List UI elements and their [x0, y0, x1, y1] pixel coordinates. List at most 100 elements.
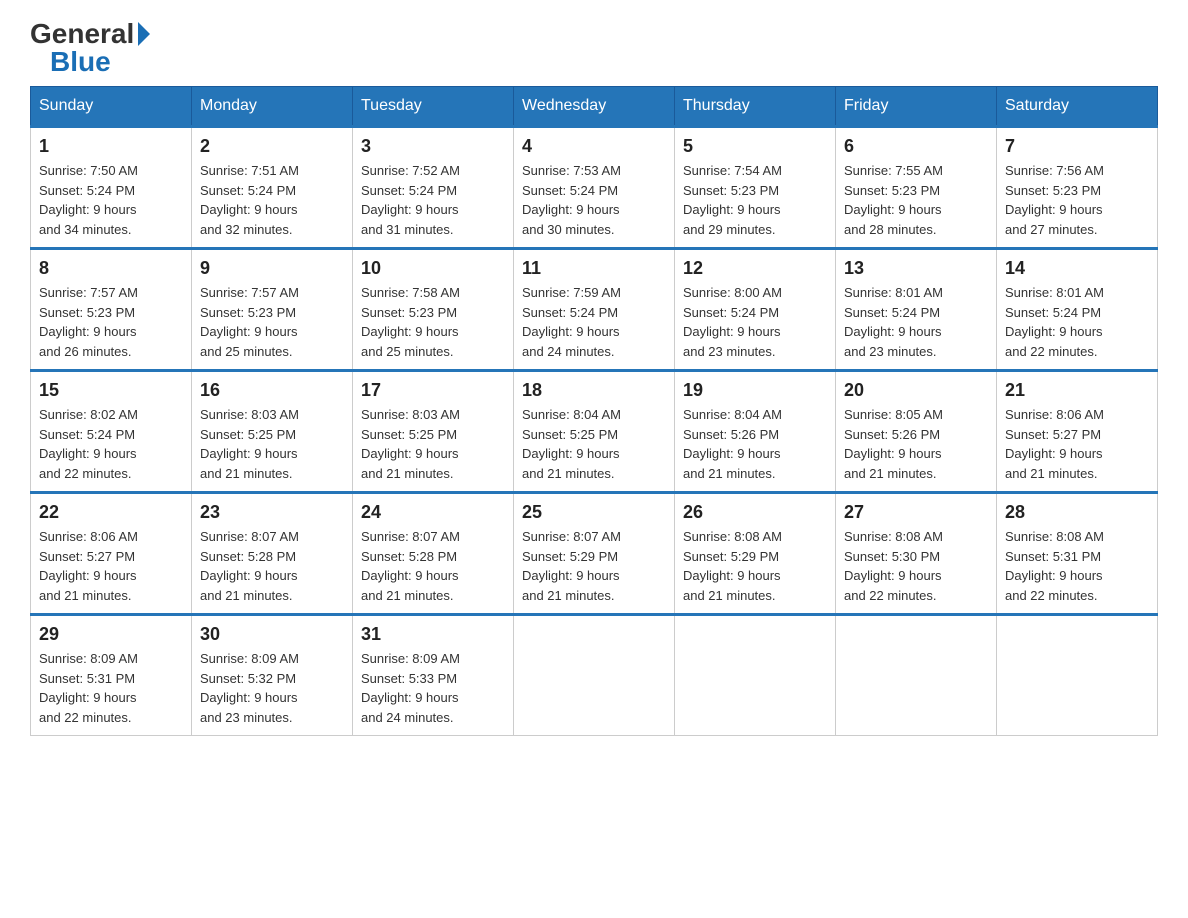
day-info: Sunrise: 7:52 AMSunset: 5:24 PMDaylight:…: [361, 161, 505, 239]
day-number: 14: [1005, 258, 1149, 279]
day-number: 9: [200, 258, 344, 279]
day-info: Sunrise: 8:06 AMSunset: 5:27 PMDaylight:…: [39, 527, 183, 605]
calendar-header-tuesday: Tuesday: [353, 87, 514, 127]
day-number: 2: [200, 136, 344, 157]
day-number: 5: [683, 136, 827, 157]
calendar-cell: 24Sunrise: 8:07 AMSunset: 5:28 PMDayligh…: [353, 493, 514, 615]
day-info: Sunrise: 8:03 AMSunset: 5:25 PMDaylight:…: [200, 405, 344, 483]
day-info: Sunrise: 8:04 AMSunset: 5:25 PMDaylight:…: [522, 405, 666, 483]
day-number: 22: [39, 502, 183, 523]
calendar-cell: 13 Sunrise: 8:01 AMSunset: 5:24 PMDayligh…: [836, 249, 997, 371]
calendar-cell: [997, 615, 1158, 736]
calendar-cell: 5 Sunrise: 7:54 AMSunset: 5:23 PMDaylight…: [675, 127, 836, 249]
day-number: 12: [683, 258, 827, 279]
calendar-table: SundayMondayTuesdayWednesdayThursdayFrid…: [30, 86, 1158, 736]
day-number: 28: [1005, 502, 1149, 523]
calendar-cell: 16Sunrise: 8:03 AMSunset: 5:25 PMDayligh…: [192, 371, 353, 493]
calendar-cell: 2Sunrise: 7:51 AMSunset: 5:24 PMDaylight…: [192, 127, 353, 249]
day-number: 3: [361, 136, 505, 157]
calendar-cell: 28 Sunrise: 8:08 AMSunset: 5:31 PMDayligh…: [997, 493, 1158, 615]
day-info: Sunrise: 7:57 AMSunset: 5:23 PMDaylight:…: [200, 283, 344, 361]
logo-blue-text: Blue: [50, 48, 111, 76]
calendar-cell: 29Sunrise: 8:09 AMSunset: 5:31 PMDayligh…: [31, 615, 192, 736]
day-info: Sunrise: 8:06 AMSunset: 5:27 PMDaylight:…: [1005, 405, 1149, 483]
day-info: Sunrise: 7:53 AMSunset: 5:24 PMDaylight:…: [522, 161, 666, 239]
day-number: 27: [844, 502, 988, 523]
calendar-cell: 7 Sunrise: 7:56 AMSunset: 5:23 PMDaylight…: [997, 127, 1158, 249]
calendar-cell: 30Sunrise: 8:09 AMSunset: 5:32 PMDayligh…: [192, 615, 353, 736]
day-number: 20: [844, 380, 988, 401]
day-info: Sunrise: 8:08 AMSunset: 5:31 PMDaylight:…: [1005, 527, 1149, 605]
calendar-cell: 9 Sunrise: 7:57 AMSunset: 5:23 PMDaylight…: [192, 249, 353, 371]
day-info: Sunrise: 7:56 AMSunset: 5:23 PMDaylight:…: [1005, 161, 1149, 239]
day-number: 8: [39, 258, 183, 279]
day-info: Sunrise: 8:08 AMSunset: 5:29 PMDaylight:…: [683, 527, 827, 605]
calendar-cell: 20 Sunrise: 8:05 AMSunset: 5:26 PMDayligh…: [836, 371, 997, 493]
day-info: Sunrise: 7:54 AMSunset: 5:23 PMDaylight:…: [683, 161, 827, 239]
day-number: 24: [361, 502, 505, 523]
day-info: Sunrise: 8:04 AMSunset: 5:26 PMDaylight:…: [683, 405, 827, 483]
logo: General Blue: [30, 20, 150, 76]
day-info: Sunrise: 7:50 AMSunset: 5:24 PMDaylight:…: [39, 161, 183, 239]
logo-triangle-icon: [138, 22, 150, 46]
day-number: 18: [522, 380, 666, 401]
day-info: Sunrise: 8:05 AMSunset: 5:26 PMDaylight:…: [844, 405, 988, 483]
calendar-cell: 10 Sunrise: 7:58 AMSunset: 5:23 PMDayligh…: [353, 249, 514, 371]
day-number: 10: [361, 258, 505, 279]
calendar-header-saturday: Saturday: [997, 87, 1158, 127]
day-info: Sunrise: 7:55 AMSunset: 5:23 PMDaylight:…: [844, 161, 988, 239]
calendar-cell: 6Sunrise: 7:55 AMSunset: 5:23 PMDaylight…: [836, 127, 997, 249]
day-number: 21: [1005, 380, 1149, 401]
day-info: Sunrise: 8:07 AMSunset: 5:29 PMDaylight:…: [522, 527, 666, 605]
day-number: 7: [1005, 136, 1149, 157]
day-info: Sunrise: 8:01 AMSunset: 5:24 PMDaylight:…: [844, 283, 988, 361]
day-number: 1: [39, 136, 183, 157]
day-number: 11: [522, 258, 666, 279]
day-number: 30: [200, 624, 344, 645]
calendar-cell: 21 Sunrise: 8:06 AMSunset: 5:27 PMDayligh…: [997, 371, 1158, 493]
calendar-cell: [675, 615, 836, 736]
calendar-cell: 31Sunrise: 8:09 AMSunset: 5:33 PMDayligh…: [353, 615, 514, 736]
calendar-cell: 3 Sunrise: 7:52 AMSunset: 5:24 PMDaylight…: [353, 127, 514, 249]
day-number: 15: [39, 380, 183, 401]
calendar-cell: 8 Sunrise: 7:57 AMSunset: 5:23 PMDaylight…: [31, 249, 192, 371]
day-number: 13: [844, 258, 988, 279]
calendar-cell: [514, 615, 675, 736]
calendar-week-row: 29Sunrise: 8:09 AMSunset: 5:31 PMDayligh…: [31, 615, 1158, 736]
calendar-cell: 1 Sunrise: 7:50 AMSunset: 5:24 PMDaylight…: [31, 127, 192, 249]
calendar-header-row: SundayMondayTuesdayWednesdayThursdayFrid…: [31, 87, 1158, 127]
day-info: Sunrise: 8:00 AMSunset: 5:24 PMDaylight:…: [683, 283, 827, 361]
day-number: 26: [683, 502, 827, 523]
calendar-header-monday: Monday: [192, 87, 353, 127]
calendar-cell: 18 Sunrise: 8:04 AMSunset: 5:25 PMDayligh…: [514, 371, 675, 493]
calendar-header-sunday: Sunday: [31, 87, 192, 127]
day-number: 17: [361, 380, 505, 401]
day-info: Sunrise: 8:07 AMSunset: 5:28 PMDaylight:…: [200, 527, 344, 605]
calendar-header-friday: Friday: [836, 87, 997, 127]
calendar-cell: 12 Sunrise: 8:00 AMSunset: 5:24 PMDayligh…: [675, 249, 836, 371]
day-info: Sunrise: 8:03 AMSunset: 5:25 PMDaylight:…: [361, 405, 505, 483]
calendar-cell: 11 Sunrise: 7:59 AMSunset: 5:24 PMDayligh…: [514, 249, 675, 371]
day-info: Sunrise: 7:59 AMSunset: 5:24 PMDaylight:…: [522, 283, 666, 361]
day-info: Sunrise: 8:08 AMSunset: 5:30 PMDaylight:…: [844, 527, 988, 605]
calendar-header-wednesday: Wednesday: [514, 87, 675, 127]
calendar-cell: 14 Sunrise: 8:01 AMSunset: 5:24 PMDayligh…: [997, 249, 1158, 371]
day-info: Sunrise: 8:09 AMSunset: 5:31 PMDaylight:…: [39, 649, 183, 727]
day-number: 25: [522, 502, 666, 523]
day-info: Sunrise: 7:58 AMSunset: 5:23 PMDaylight:…: [361, 283, 505, 361]
day-info: Sunrise: 8:02 AMSunset: 5:24 PMDaylight:…: [39, 405, 183, 483]
day-number: 19: [683, 380, 827, 401]
calendar-cell: [836, 615, 997, 736]
calendar-cell: 15 Sunrise: 8:02 AMSunset: 5:24 PMDayligh…: [31, 371, 192, 493]
day-info: Sunrise: 8:09 AMSunset: 5:33 PMDaylight:…: [361, 649, 505, 727]
calendar-cell: 22 Sunrise: 8:06 AMSunset: 5:27 PMDayligh…: [31, 493, 192, 615]
page-header: General Blue: [30, 20, 1158, 76]
day-number: 4: [522, 136, 666, 157]
day-info: Sunrise: 8:01 AMSunset: 5:24 PMDaylight:…: [1005, 283, 1149, 361]
calendar-cell: 26 Sunrise: 8:08 AMSunset: 5:29 PMDayligh…: [675, 493, 836, 615]
day-info: Sunrise: 7:57 AMSunset: 5:23 PMDaylight:…: [39, 283, 183, 361]
day-number: 23: [200, 502, 344, 523]
calendar-cell: 25 Sunrise: 8:07 AMSunset: 5:29 PMDayligh…: [514, 493, 675, 615]
calendar-week-row: 22 Sunrise: 8:06 AMSunset: 5:27 PMDayligh…: [31, 493, 1158, 615]
calendar-cell: 23 Sunrise: 8:07 AMSunset: 5:28 PMDayligh…: [192, 493, 353, 615]
